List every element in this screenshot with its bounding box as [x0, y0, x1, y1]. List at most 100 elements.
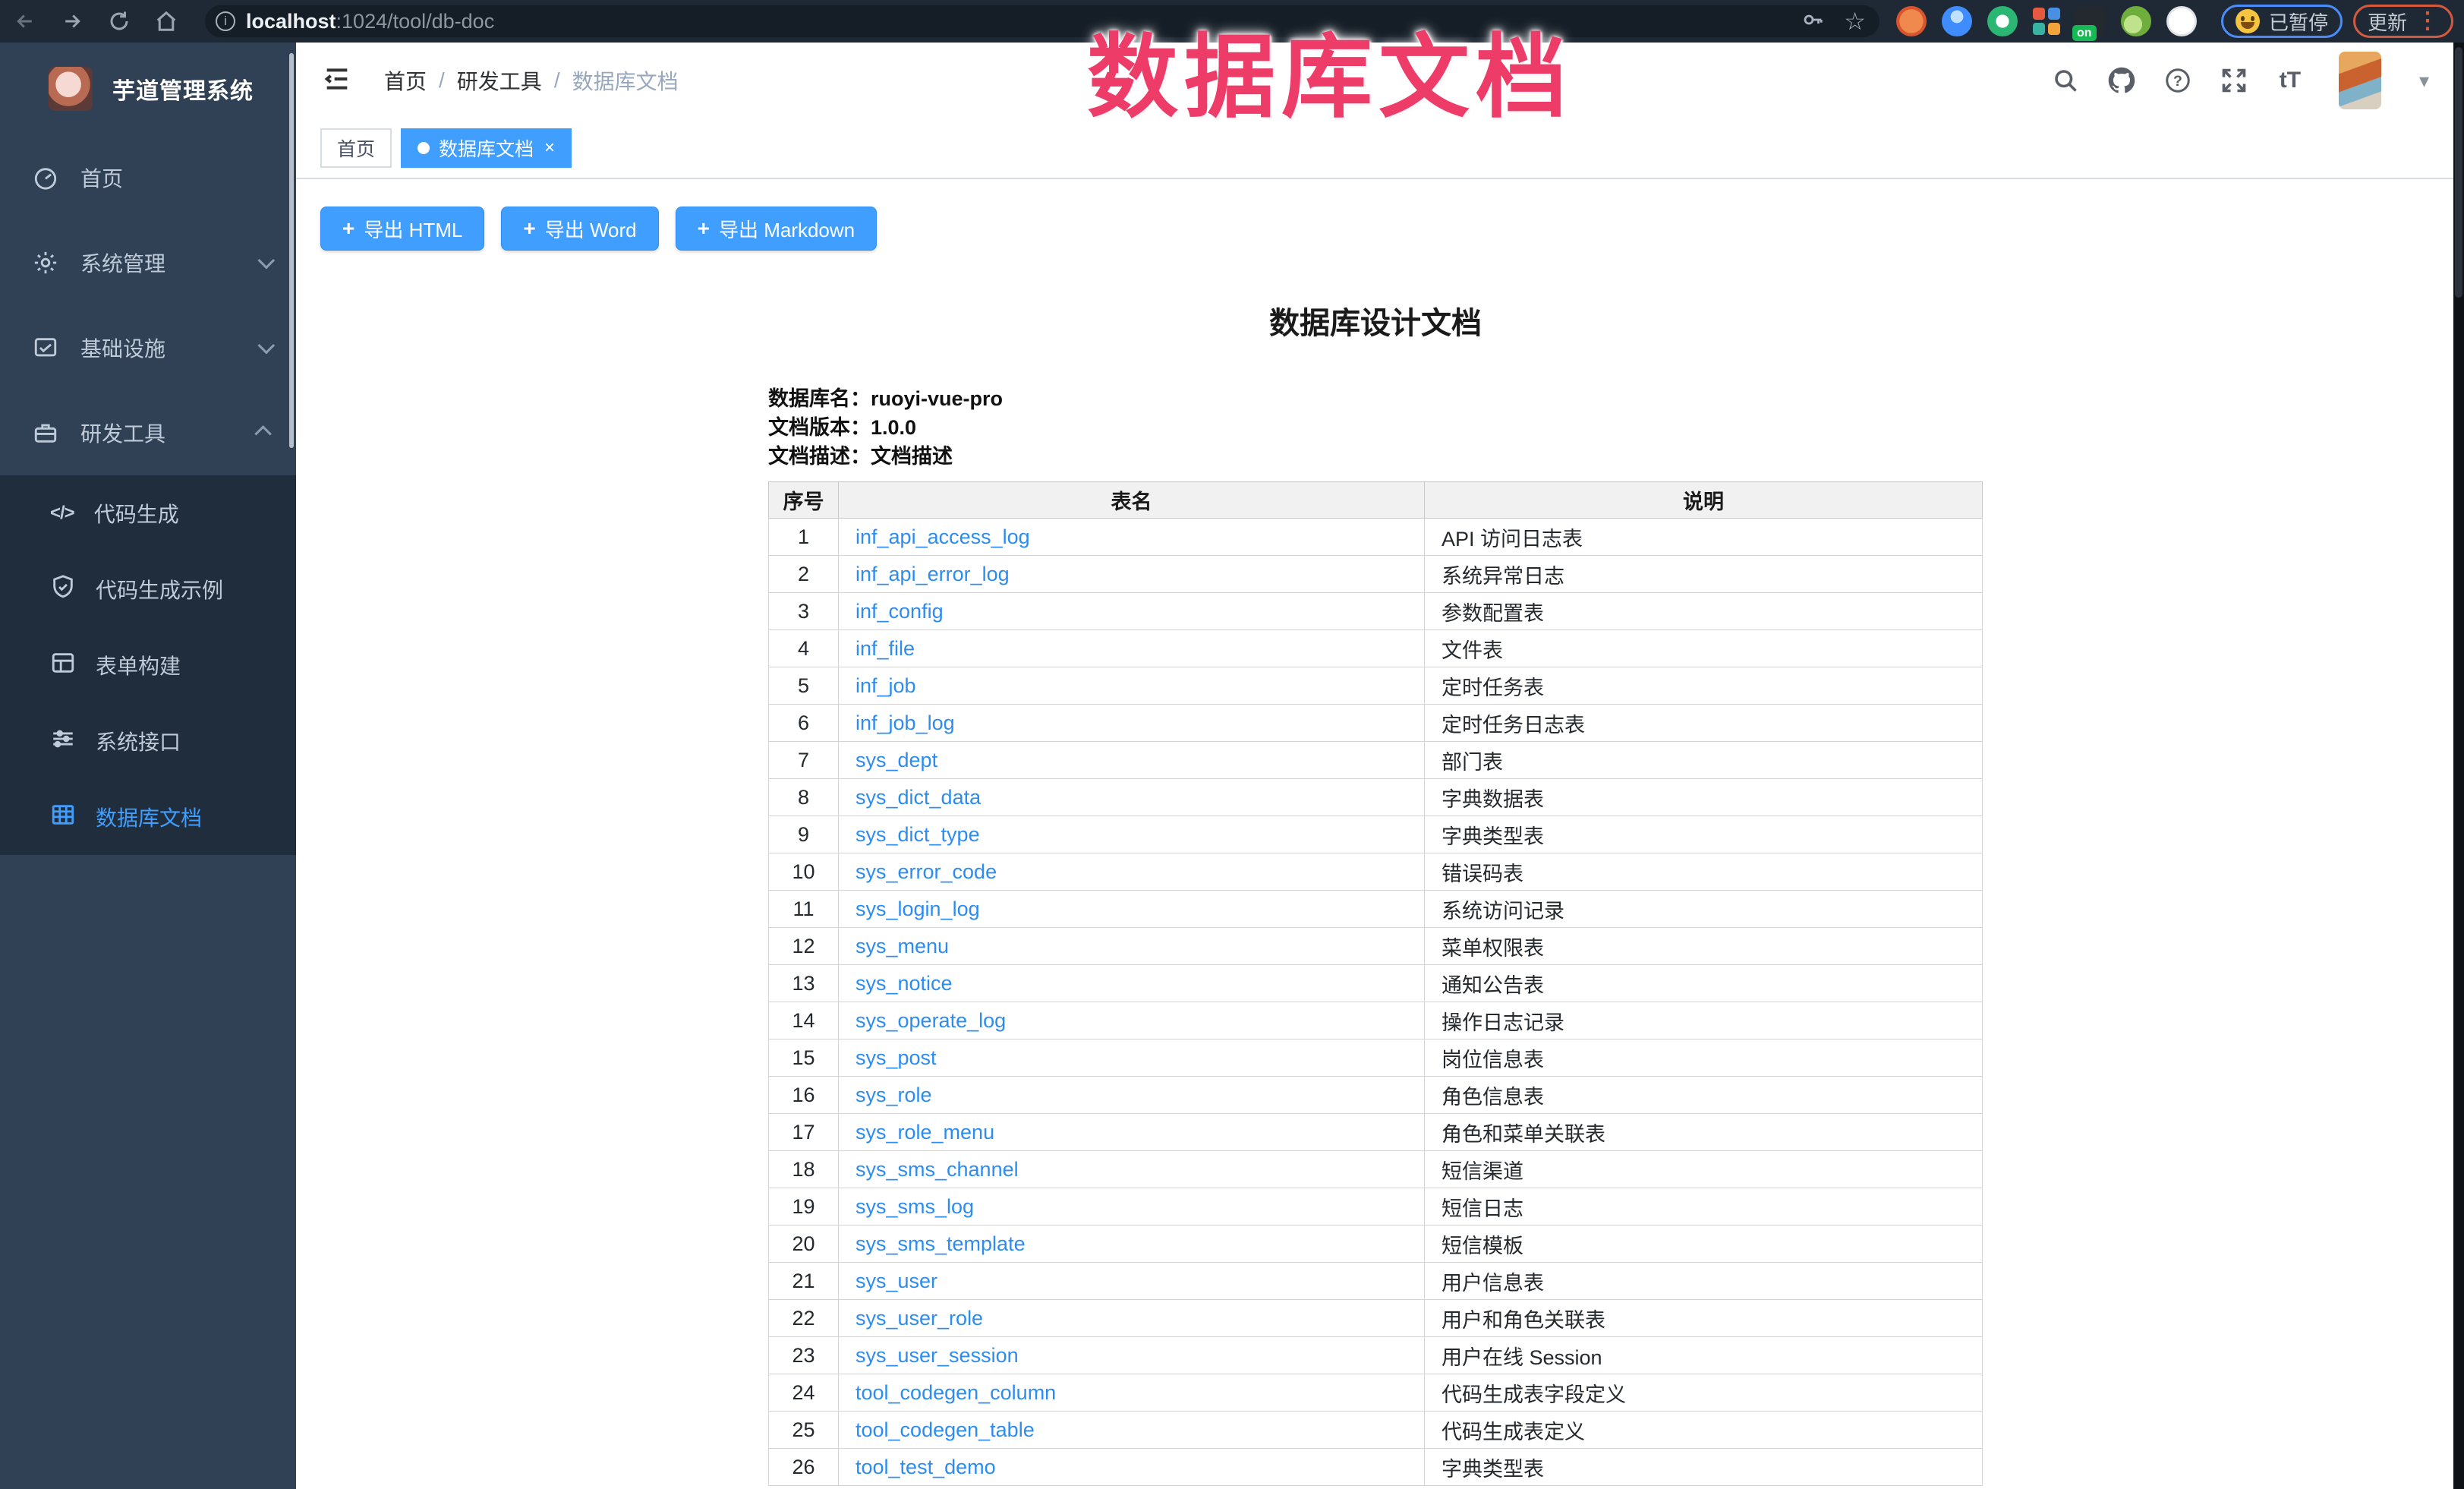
export-word-button[interactable]: + 导出 Word	[501, 207, 658, 251]
table-name-link[interactable]: sys_dept	[855, 749, 937, 771]
user-menu-caret-icon[interactable]: ▾	[2419, 69, 2429, 93]
sidebar-item-system[interactable]: 系统管理	[0, 220, 296, 305]
cell-index: 26	[769, 1449, 839, 1486]
browser-update-chip[interactable]: 更新 ⋮	[2353, 5, 2453, 38]
breadcrumb-devtools[interactable]: 研发工具	[457, 65, 542, 96]
screen: i localhost:1024/tool/db-doc ☆ on	[0, 0, 2464, 1489]
table-name-link[interactable]: sys_notice	[855, 972, 953, 995]
extension-icon-7[interactable]	[2166, 6, 2197, 36]
table-name-link[interactable]: sys_post	[855, 1046, 937, 1069]
password-key-icon[interactable]	[1801, 8, 1824, 35]
cell-table-name: sys_sms_template	[839, 1226, 1425, 1263]
cell-description: 通知公告表	[1425, 965, 1983, 1002]
cell-index: 8	[769, 779, 839, 816]
export-html-button[interactable]: + 导出 HTML	[320, 207, 484, 251]
scrollbar-thumb[interactable]	[2455, 47, 2462, 298]
user-avatar[interactable]	[2339, 52, 2381, 109]
table-name-link[interactable]: sys_dict_data	[855, 786, 981, 809]
plus-icon: +	[342, 216, 354, 241]
table-name-link[interactable]: inf_job_log	[855, 711, 955, 734]
sidebar-item-devtools[interactable]: 研发工具	[0, 390, 296, 475]
extension-icon-4[interactable]	[2033, 8, 2060, 35]
reload-icon[interactable]	[106, 8, 132, 34]
github-icon[interactable]	[2106, 65, 2137, 96]
fullscreen-icon[interactable]	[2219, 65, 2249, 96]
cell-description: 字典类型表	[1425, 1449, 1983, 1486]
cell-description: 系统异常日志	[1425, 556, 1983, 593]
table-row: 1inf_api_access_logAPI 访问日志表	[769, 519, 1983, 556]
sidebar-item-codegen[interactable]: </> 代码生成	[0, 475, 296, 551]
page-scrollbar[interactable]	[2453, 43, 2464, 1489]
tab-close-icon[interactable]: ×	[544, 139, 555, 157]
search-icon[interactable]	[2050, 65, 2081, 96]
table-name-link[interactable]: sys_dict_type	[855, 823, 980, 846]
sidebar-item-label: 研发工具	[80, 418, 165, 448]
url-bar[interactable]: i localhost:1024/tool/db-doc ☆	[205, 5, 1880, 37]
table-name-link[interactable]: sys_role	[855, 1084, 932, 1106]
table-name-link[interactable]: inf_file	[855, 637, 915, 660]
tab-db-doc[interactable]: 数据库文档 ×	[401, 128, 572, 168]
table-name-link[interactable]: sys_role_menu	[855, 1121, 994, 1144]
sidebar-collapse-icon[interactable]	[322, 64, 352, 98]
back-icon[interactable]	[12, 8, 38, 34]
sliders-icon	[50, 726, 76, 757]
extension-icon-6[interactable]	[2121, 6, 2151, 36]
page-info-icon[interactable]: i	[216, 11, 235, 31]
table-name-link[interactable]: inf_config	[855, 600, 944, 623]
extension-icon-5[interactable]: on	[2075, 6, 2106, 36]
cell-table-name: tool_codegen_table	[839, 1412, 1425, 1449]
sidebar-item-db-doc[interactable]: 数据库文档	[0, 779, 296, 855]
chevron-up-icon	[254, 425, 272, 443]
table-name-link[interactable]: inf_api_error_log	[855, 563, 1010, 585]
cell-description: 代码生成表定义	[1425, 1412, 1983, 1449]
table-name-link[interactable]: sys_login_log	[855, 898, 980, 920]
forward-icon[interactable]	[59, 8, 85, 34]
table-name-link[interactable]: tool_codegen_column	[855, 1381, 1056, 1404]
cell-table-name: sys_role	[839, 1077, 1425, 1114]
cell-table-name: sys_notice	[839, 965, 1425, 1002]
table-row: 22sys_user_role用户和角色关联表	[769, 1300, 1983, 1337]
cell-table-name: sys_dict_data	[839, 779, 1425, 816]
extension-icon-2[interactable]	[1942, 6, 1972, 36]
extension-icon-3[interactable]	[1987, 6, 2018, 36]
sidebar-item-form-builder[interactable]: 表单构建	[0, 627, 296, 703]
sidebar-item-system-api[interactable]: 系统接口	[0, 703, 296, 779]
table-name-link[interactable]: tool_codegen_table	[855, 1418, 1035, 1441]
sidebar-item-codegen-demo[interactable]: 代码生成示例	[0, 551, 296, 627]
table-name-link[interactable]: sys_error_code	[855, 860, 997, 883]
cell-description: 菜单权限表	[1425, 928, 1983, 965]
tables-overview-table: 序号 表名 说明 1inf_api_access_logAPI 访问日志表2in…	[768, 481, 1983, 1486]
extension-icon-1[interactable]	[1896, 6, 1927, 36]
table-name-link[interactable]: sys_sms_template	[855, 1232, 1026, 1255]
table-name-link[interactable]: sys_user	[855, 1270, 937, 1292]
font-size-icon[interactable]: tT	[2275, 65, 2305, 96]
table-name-link[interactable]: sys_user_session	[855, 1344, 1019, 1367]
table-row: 21sys_user用户信息表	[769, 1263, 1983, 1300]
sidebar-scrollbar[interactable]	[289, 53, 294, 448]
tab-home[interactable]: 首页	[320, 128, 392, 168]
table-name-link[interactable]: sys_menu	[855, 935, 949, 957]
table-row: 19sys_sms_log短信日志	[769, 1188, 1983, 1226]
url-path: :1024/tool/db-doc	[336, 10, 495, 33]
bookmark-star-icon[interactable]: ☆	[1844, 9, 1866, 33]
help-icon[interactable]: ?	[2163, 65, 2193, 96]
cell-description: API 访问日志表	[1425, 519, 1983, 556]
sidebar-item-infra[interactable]: 基础设施	[0, 305, 296, 390]
table-name-link[interactable]: sys_user_role	[855, 1307, 983, 1330]
sidebar-logo-row[interactable]: 芋道管理系统	[0, 43, 296, 135]
table-name-link[interactable]: sys_sms_channel	[855, 1158, 1019, 1181]
table-row: 24tool_codegen_column代码生成表字段定义	[769, 1374, 1983, 1412]
breadcrumb-home[interactable]: 首页	[384, 65, 427, 96]
sidebar-item-home[interactable]: 首页	[0, 135, 296, 220]
paused-extension-chip[interactable]: 已暂停	[2221, 5, 2343, 38]
table-name-link[interactable]: sys_operate_log	[855, 1009, 1006, 1032]
table-row: 14sys_operate_log操作日志记录	[769, 1002, 1983, 1039]
table-name-link[interactable]: sys_sms_log	[855, 1195, 974, 1218]
cell-description: 字典数据表	[1425, 779, 1983, 816]
table-name-link[interactable]: inf_api_access_log	[855, 525, 1030, 548]
cell-table-name: sys_sms_channel	[839, 1151, 1425, 1188]
browser-menu-icon[interactable]: ⋮	[2416, 10, 2439, 33]
table-name-link[interactable]: tool_test_demo	[855, 1456, 996, 1478]
home-icon[interactable]	[153, 8, 179, 34]
table-name-link[interactable]: inf_job	[855, 674, 916, 697]
